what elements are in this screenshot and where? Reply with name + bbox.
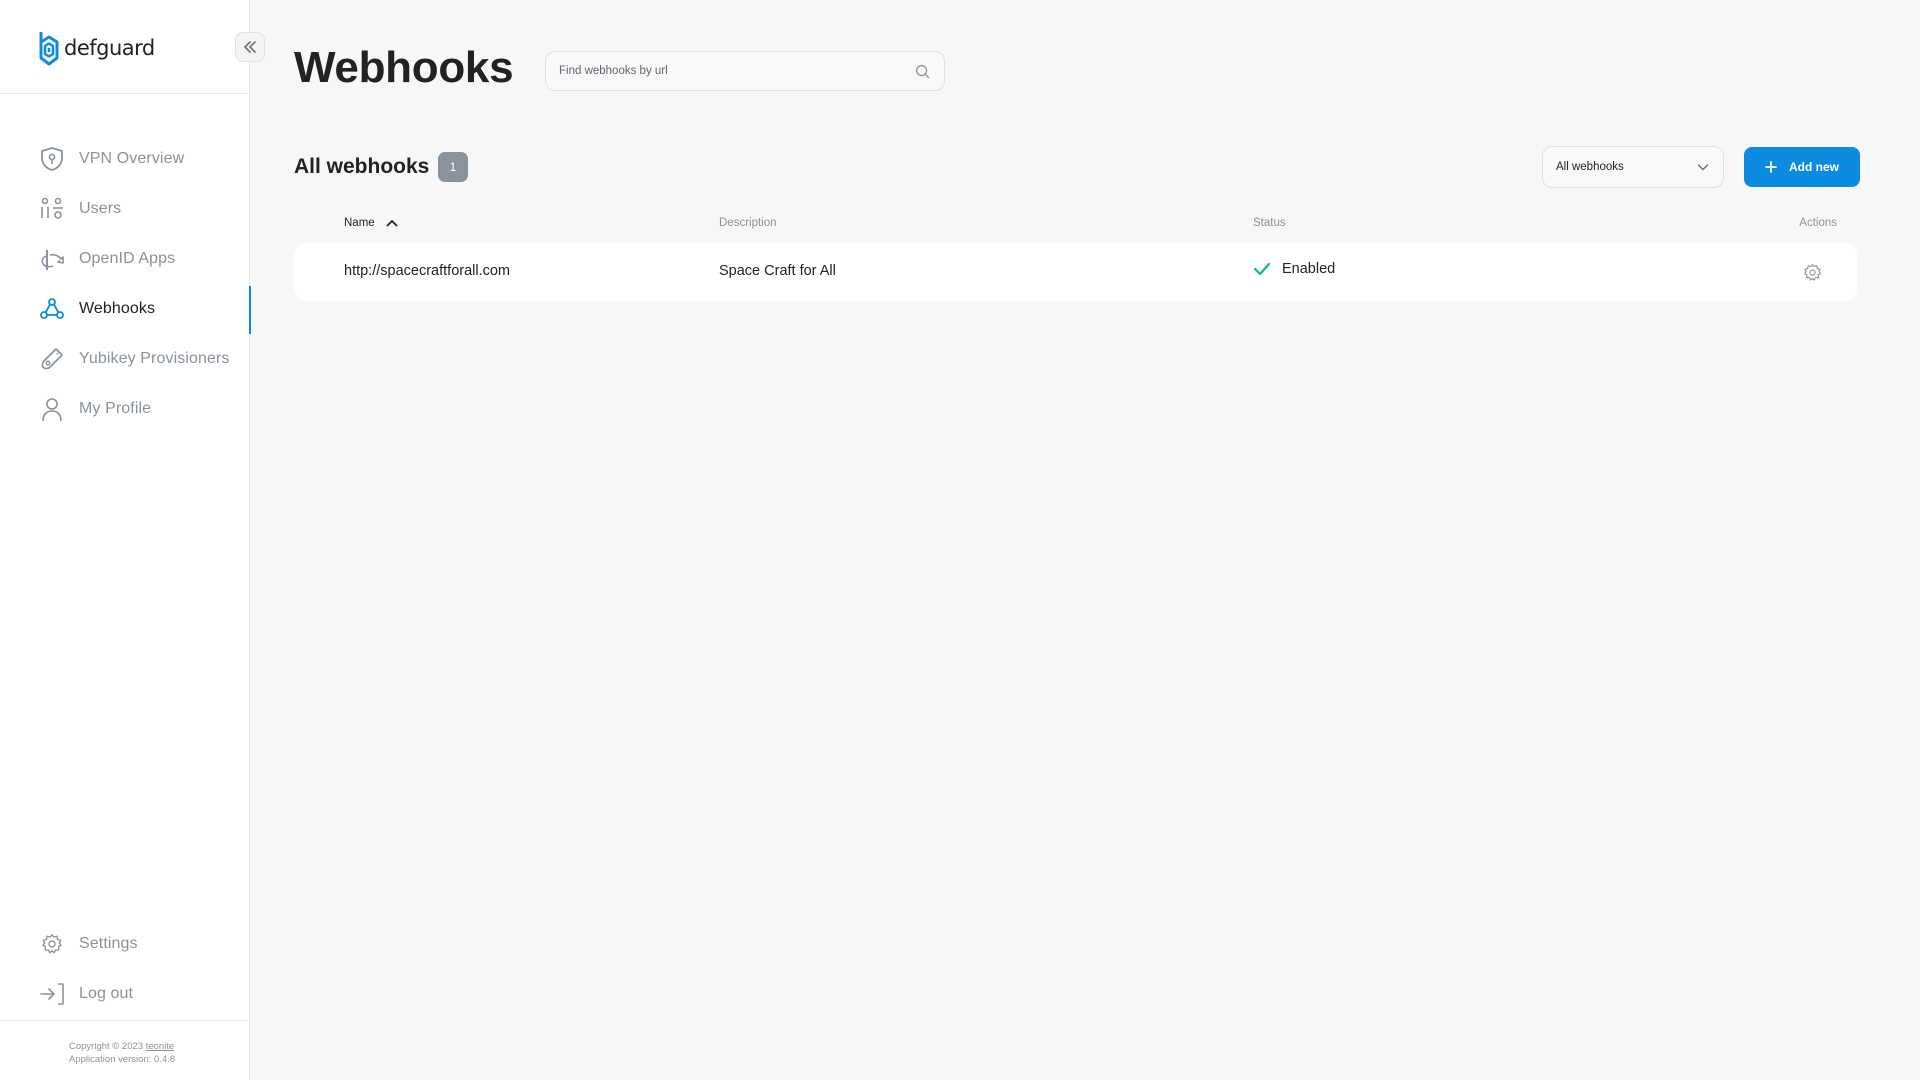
sidebar-footer: Copyright © 2023 teonite Application ver…	[0, 1020, 250, 1080]
copyright-text: Copyright © 2023	[69, 1041, 144, 1052]
sidebar-item-openid-apps[interactable]: OpenID Apps	[0, 234, 250, 284]
gear-icon	[1803, 263, 1821, 281]
defguard-logo-icon	[39, 32, 59, 66]
main-nav: VPN Overview Users OpenID Apps Webhooks …	[0, 134, 251, 434]
sidebar-item-label: Yubikey Provisioners	[79, 350, 230, 367]
sidebar-item-webhooks[interactable]: Webhooks	[0, 284, 251, 334]
sidebar-item-settings[interactable]: Settings	[0, 919, 250, 969]
profile-icon	[38, 395, 66, 423]
count-badge: 1	[438, 152, 468, 182]
sidebar-item-label: Users	[79, 200, 122, 217]
company-link[interactable]: teonite	[146, 1041, 175, 1052]
plus-icon	[1765, 161, 1777, 173]
yubikey-icon	[38, 345, 66, 373]
sidebar-item-label: VPN Overview	[79, 150, 185, 167]
search-input[interactable]	[559, 65, 913, 77]
sort-ascending-icon	[386, 220, 398, 227]
chevron-down-icon	[1697, 164, 1709, 171]
sidebar-item-label: Settings	[79, 935, 138, 952]
sidebar-item-my-profile[interactable]: My Profile	[0, 384, 250, 434]
search-box	[545, 51, 945, 91]
openid-icon	[38, 245, 66, 273]
gear-icon	[38, 930, 66, 958]
app-version: Application version: 0.4.8	[69, 1054, 176, 1065]
sidebar-item-users[interactable]: Users	[0, 184, 250, 234]
logout-icon	[38, 980, 66, 1008]
column-header-name[interactable]: Name	[344, 217, 399, 229]
sidebar-item-yubikey-provisioners[interactable]: Yubikey Provisioners	[0, 334, 250, 384]
add-webhook-button[interactable]: Add new	[1744, 147, 1860, 187]
bottom-nav: Settings Log out	[0, 919, 250, 1019]
logo-text: defguard	[64, 36, 155, 60]
webhook-url: http://spacecraftforall.com	[344, 263, 511, 279]
table-row[interactable]: http://spacecraftforall.com Space Craft …	[294, 243, 1857, 301]
shield-icon	[38, 145, 66, 173]
add-button-label: Add new	[1789, 160, 1839, 174]
users-icon	[38, 195, 66, 223]
sidebar-item-label: Webhooks	[79, 300, 156, 317]
sidebar: defguard VPN Overview Users OpenID Apps	[0, 0, 265, 1080]
section-title: All webhooks	[294, 155, 430, 178]
page-title: Webhooks	[294, 43, 514, 92]
column-header-actions: Actions	[1799, 217, 1837, 229]
webhook-status: Enabled	[1253, 261, 1335, 277]
status-label: Enabled	[1282, 261, 1336, 277]
logo[interactable]: defguard	[38, 28, 155, 68]
main-content: Webhooks All webhooks 1 All webhooks Add…	[251, 0, 1920, 1080]
sidebar-item-label: My Profile	[79, 400, 152, 417]
row-actions-button[interactable]	[1801, 261, 1823, 283]
table-header: Name Description Status Actions	[294, 214, 1857, 234]
search-icon[interactable]	[913, 62, 931, 80]
webhook-filter-select[interactable]: All webhooks	[1542, 146, 1724, 188]
column-header-description: Description	[719, 217, 777, 229]
copyright-line: Copyright © 2023 teonite	[69, 1040, 250, 1053]
brand-header: defguard	[0, 0, 265, 94]
sidebar-item-label: Log out	[79, 985, 134, 1002]
sidebar-item-logout[interactable]: Log out	[0, 969, 250, 1019]
column-label: Name	[344, 217, 375, 229]
webhook-description: Space Craft for All	[719, 263, 836, 279]
sidebar-item-vpn-overview[interactable]: VPN Overview	[0, 134, 250, 184]
filter-selected-value: All webhooks	[1556, 161, 1624, 173]
check-icon	[1253, 262, 1271, 276]
webhook-icon	[38, 295, 66, 323]
column-header-status: Status	[1253, 217, 1286, 229]
sidebar-item-label: OpenID Apps	[79, 250, 176, 267]
